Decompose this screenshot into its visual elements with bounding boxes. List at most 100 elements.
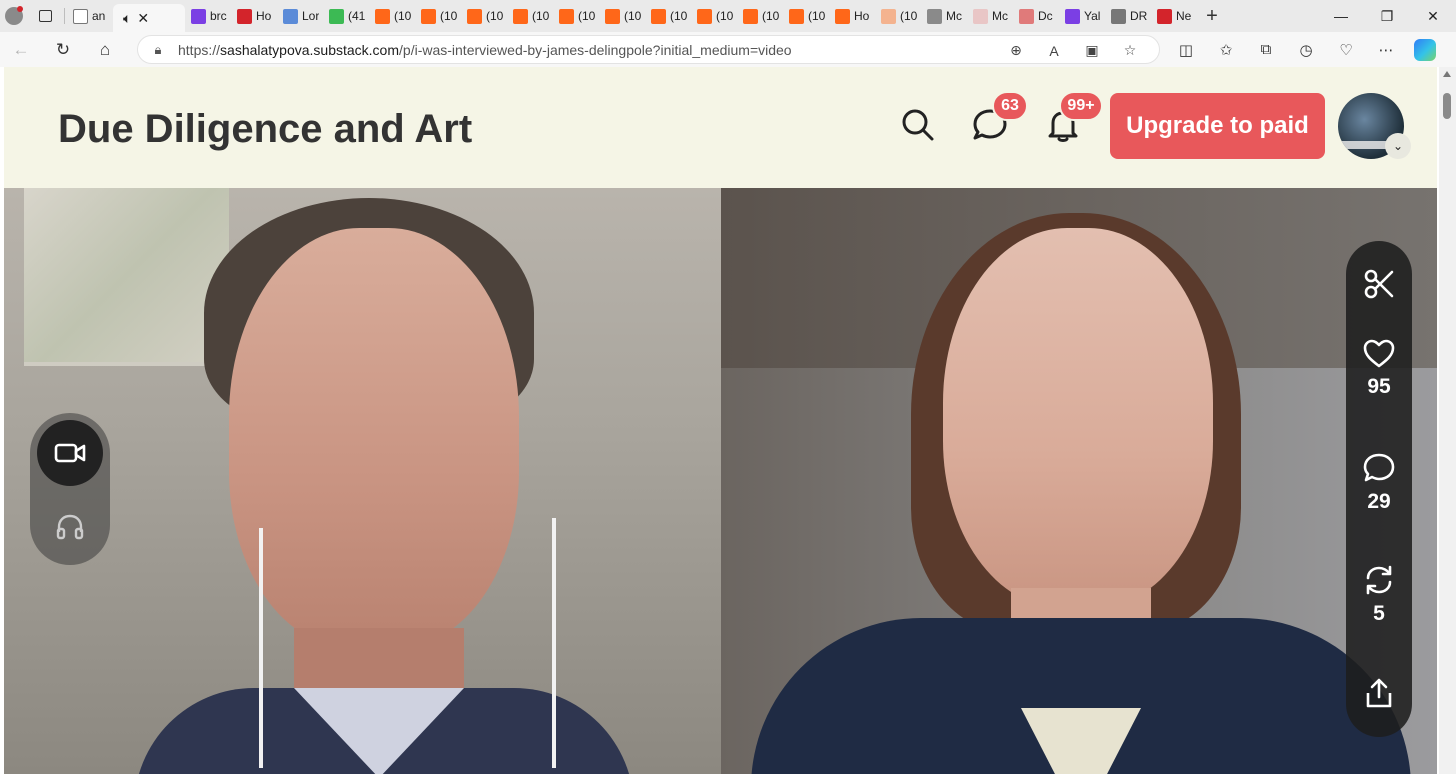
tab-title: Dc xyxy=(1038,9,1053,23)
tab-title: (10 xyxy=(900,9,918,23)
zoom-icon[interactable]: ⊕ xyxy=(997,42,1035,59)
tab-actions-button[interactable] xyxy=(28,0,62,32)
r-icon xyxy=(1157,8,1172,24)
tab-title: Lor xyxy=(302,9,320,23)
tab-title: (10 xyxy=(624,9,642,23)
minimize-button[interactable]: — xyxy=(1318,0,1364,32)
notifications-badge: 99+ xyxy=(1059,91,1103,121)
browser-tab[interactable]: DR xyxy=(1105,0,1151,32)
post-action-rail: 95 29 5 xyxy=(1346,241,1412,737)
browser-tab[interactable]: (10 xyxy=(875,0,921,32)
reload-button[interactable]: ↻ xyxy=(42,32,84,67)
new-tab-button[interactable]: + xyxy=(1197,0,1227,32)
browser-essentials-icon[interactable]: ♡ xyxy=(1326,41,1366,59)
earphone-cable-right xyxy=(552,518,556,768)
video-mode-button[interactable] xyxy=(37,420,103,486)
clip-button[interactable] xyxy=(1346,268,1412,300)
browser-tab[interactable]: (10 xyxy=(599,0,645,32)
home-button[interactable]: ⌂ xyxy=(84,32,126,67)
more-menu-icon[interactable]: ⋯ xyxy=(1366,41,1406,59)
audio-mode-button[interactable] xyxy=(37,494,103,560)
browser-toolbar: ← ↻ ⌂ 🔒︎ https://sashalatypova.substack.… xyxy=(0,32,1456,67)
read-aloud-icon[interactable]: A xyxy=(1035,43,1073,59)
substack-icon xyxy=(835,8,850,24)
active-tab[interactable]: 🔈︎ ✕ xyxy=(113,4,185,32)
video-player[interactable]: 95 29 5 xyxy=(4,188,1437,774)
profile-button[interactable] xyxy=(0,0,28,32)
comment-button[interactable]: 29 xyxy=(1346,452,1412,514)
tab-title: Ho xyxy=(256,9,272,23)
browser-tab[interactable]: (10 xyxy=(783,0,829,32)
browser-tab[interactable]: (41 xyxy=(323,0,369,32)
scroll-up-arrow-icon[interactable] xyxy=(1443,71,1451,77)
browser-tab[interactable]: Lor xyxy=(277,0,323,32)
address-bar[interactable]: 🔒︎ https://sashalatypova.substack.com/p/… xyxy=(137,35,1160,64)
lock-icon[interactable]: 🔒︎ xyxy=(138,42,178,58)
wordpress-icon xyxy=(927,8,942,24)
share-button[interactable] xyxy=(1346,677,1412,709)
scroll-thumb[interactable] xyxy=(1443,93,1451,119)
search-icon[interactable] xyxy=(900,107,936,143)
tab-title: (10 xyxy=(716,9,734,23)
copilot-icon[interactable] xyxy=(1414,38,1436,61)
collections-icon[interactable]: ⧉ xyxy=(1246,41,1286,58)
speaker-icon[interactable]: 🔈︎ xyxy=(123,10,131,27)
substack-icon xyxy=(605,8,620,24)
browser-tab[interactable]: (10 xyxy=(553,0,599,32)
restore-button[interactable]: ❐ xyxy=(1364,0,1410,32)
close-window-button[interactable]: ✕ xyxy=(1410,0,1456,32)
app-available-icon[interactable]: ▣ xyxy=(1073,42,1111,59)
media-mode-toggle xyxy=(30,413,110,565)
tab-title: (10 xyxy=(762,9,780,23)
comment-icon xyxy=(1363,453,1395,482)
scissors-icon xyxy=(1364,269,1394,299)
browser-tab[interactable]: Yal xyxy=(1059,0,1105,32)
bi-icon xyxy=(973,8,988,24)
page-icon xyxy=(73,8,88,24)
url-path: /p/i-was-interviewed-by-james-delingpole… xyxy=(399,41,792,58)
browser-tab[interactable]: (10 xyxy=(691,0,737,32)
browser-tab[interactable]: (10 xyxy=(461,0,507,32)
site-title[interactable]: Due Diligence and Art xyxy=(58,107,472,152)
restack-button[interactable]: 5 xyxy=(1346,564,1412,626)
browser-tab[interactable]: (10 xyxy=(415,0,461,32)
browser-tab[interactable]: Ne xyxy=(1151,0,1197,32)
history-icon[interactable]: ◷ xyxy=(1286,41,1326,59)
url-text[interactable]: https://sashalatypova.substack.com/p/i-w… xyxy=(178,42,792,58)
browser-tab[interactable]: an xyxy=(67,0,113,32)
browser-tab[interactable]: Mc xyxy=(921,0,967,32)
close-tab-icon[interactable]: ✕ xyxy=(137,10,149,27)
browser-tab[interactable]: Ho xyxy=(829,0,875,32)
tab-title: Yal xyxy=(1084,9,1101,23)
tab-title: (10 xyxy=(532,9,550,23)
share-icon xyxy=(1366,678,1392,708)
browser-tab[interactable]: Ho xyxy=(231,0,277,32)
tab-title: DR xyxy=(1130,9,1148,23)
url-scheme: https:// xyxy=(178,41,221,58)
browser-tab[interactable]: (10 xyxy=(737,0,783,32)
browser-tab[interactable]: (10 xyxy=(369,0,415,32)
page-scrollbar[interactable] xyxy=(1439,67,1456,774)
favorite-star-icon[interactable]: ☆ xyxy=(1111,42,1149,59)
video-pane-right xyxy=(721,188,1437,774)
upgrade-to-paid-button[interactable]: Upgrade to paid xyxy=(1110,93,1325,159)
like-button[interactable]: 95 xyxy=(1346,339,1412,399)
profile-alert-dot xyxy=(17,6,23,12)
tab-title: (41 xyxy=(348,9,366,23)
browser-tab[interactable]: brc xyxy=(185,0,231,32)
browser-tab[interactable]: Mc xyxy=(967,0,1013,32)
split-screen-icon[interactable]: ◫ xyxy=(1166,41,1206,59)
substack-icon xyxy=(375,8,390,24)
man-face xyxy=(229,228,519,648)
browser-tab[interactable]: (10 xyxy=(645,0,691,32)
browser-tab[interactable]: Dc xyxy=(1013,0,1059,32)
tab-title: (10 xyxy=(486,9,504,23)
favorites-icon[interactable]: ✩ xyxy=(1206,41,1246,59)
headphones-icon xyxy=(56,514,84,540)
browser-tab[interactable]: (10 xyxy=(507,0,553,32)
substack-icon xyxy=(789,8,804,24)
back-button[interactable]: ← xyxy=(0,32,42,67)
chevron-down-icon[interactable]: ⌄ xyxy=(1385,133,1411,159)
tab-title: Ne xyxy=(1176,9,1192,23)
yahoo-icon xyxy=(191,8,206,24)
